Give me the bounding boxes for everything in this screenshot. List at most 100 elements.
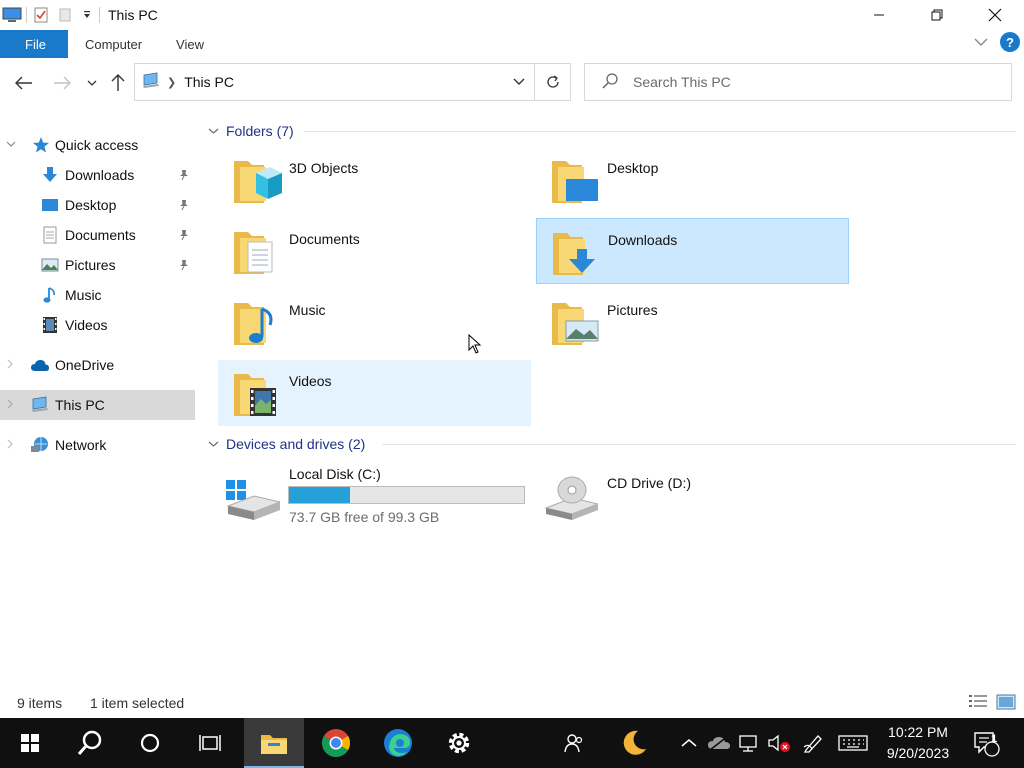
chrome-icon[interactable] xyxy=(306,718,366,768)
network-status-icon[interactable] xyxy=(736,718,762,768)
3d-objects-folder-icon xyxy=(230,153,282,207)
expand-chevron-icon[interactable] xyxy=(6,399,18,412)
mouse-cursor-icon xyxy=(468,333,482,357)
breadcrumb-separator-icon[interactable]: ❯ xyxy=(167,76,176,89)
breadcrumb-this-pc[interactable]: This PC xyxy=(184,74,234,90)
collapse-chevron-icon[interactable] xyxy=(6,140,18,151)
details-view-icon[interactable] xyxy=(968,694,988,713)
cortana-icon[interactable] xyxy=(120,718,180,768)
restore-button[interactable] xyxy=(908,0,966,30)
forward-button[interactable] xyxy=(51,70,73,96)
clock[interactable]: 10:22 PM 9/20/2023 xyxy=(872,722,964,764)
nav-label: Downloads xyxy=(65,167,135,183)
search-input[interactable] xyxy=(633,74,993,90)
desktop-folder-icon xyxy=(548,153,600,207)
back-button[interactable] xyxy=(13,70,35,96)
nav-onedrive[interactable]: OneDrive xyxy=(0,350,196,380)
file-explorer-taskbar-icon[interactable] xyxy=(244,718,304,768)
nav-item-desktop[interactable]: Desktop xyxy=(0,190,196,220)
pin-icon[interactable] xyxy=(178,198,190,212)
folder-tile-downloads[interactable]: Downloads xyxy=(536,218,849,284)
show-hidden-icons-chevron-icon[interactable] xyxy=(678,718,700,768)
search-box[interactable] xyxy=(584,63,1012,101)
cd-drive-icon xyxy=(542,472,600,520)
address-bar[interactable]: ❯ This PC xyxy=(134,63,571,101)
folder-tile-3d-objects[interactable]: 3D Objects xyxy=(218,147,531,213)
group-title: Devices and drives (2) xyxy=(226,436,366,452)
tab-computer[interactable]: Computer xyxy=(68,30,159,58)
nav-item-videos[interactable]: Videos xyxy=(0,310,196,340)
pin-icon[interactable] xyxy=(178,168,190,182)
drive-tile-local-disk-c[interactable]: Local Disk (C:) 73.7 GB free of 99.3 GB xyxy=(218,460,531,526)
nav-item-documents[interactable]: Documents xyxy=(0,220,196,250)
night-light-moon-icon[interactable] xyxy=(617,718,651,768)
pin-icon[interactable] xyxy=(178,258,190,272)
group-divider xyxy=(304,131,1016,132)
collapse-chevron-icon[interactable] xyxy=(208,440,220,448)
action-center-icon[interactable]: 1 xyxy=(968,718,1004,768)
folder-tile-videos[interactable]: Videos xyxy=(218,360,531,426)
quick-access-toolbar xyxy=(0,0,102,30)
volume-muted-icon[interactable] xyxy=(766,718,792,768)
edge-icon[interactable] xyxy=(368,718,428,768)
expand-chevron-icon[interactable] xyxy=(6,359,18,372)
onedrive-cloud-icon[interactable] xyxy=(704,718,734,768)
content-area: Folders (7) 3D Objects Desktop Documents… xyxy=(200,108,1024,688)
task-view-icon[interactable] xyxy=(180,718,240,768)
nav-item-music[interactable]: Music xyxy=(0,280,196,310)
documents-folder-icon xyxy=(230,224,282,278)
ribbon-right-controls: ? xyxy=(974,32,1020,52)
recent-locations-chevron-icon[interactable] xyxy=(82,70,102,96)
help-icon[interactable]: ? xyxy=(1000,32,1020,52)
address-history-chevron-icon[interactable] xyxy=(504,64,534,100)
expand-ribbon-chevron-icon[interactable] xyxy=(974,34,988,50)
hard-drive-windows-icon xyxy=(224,472,282,520)
touch-keyboard-icon[interactable] xyxy=(836,718,870,768)
nav-item-downloads[interactable]: Downloads xyxy=(0,160,196,190)
settings-gear-icon[interactable] xyxy=(429,718,489,768)
refresh-button[interactable] xyxy=(534,64,570,100)
devices-group-header[interactable]: Devices and drives (2) xyxy=(208,433,1016,455)
tab-view[interactable]: View xyxy=(159,30,221,58)
music-note-icon xyxy=(40,285,60,305)
item-count: 9 items xyxy=(17,695,63,711)
properties-button[interactable] xyxy=(29,0,53,30)
clock-date: 9/20/2023 xyxy=(886,745,950,761)
downloads-folder-icon xyxy=(549,225,601,279)
folder-name: Downloads xyxy=(608,232,678,248)
pin-icon[interactable] xyxy=(178,228,190,242)
up-button[interactable] xyxy=(107,70,129,96)
people-icon[interactable] xyxy=(560,718,588,768)
pen-workspace-icon[interactable] xyxy=(800,718,828,768)
network-icon xyxy=(30,435,50,455)
desktop-icon xyxy=(40,195,60,215)
ribbon-tabs: File Computer View ? xyxy=(0,30,1024,58)
expand-chevron-icon[interactable] xyxy=(6,439,18,452)
tab-file[interactable]: File xyxy=(0,30,68,58)
collapse-chevron-icon[interactable] xyxy=(208,127,220,135)
customize-toolbar-chevron-icon[interactable] xyxy=(77,0,97,30)
minimize-button[interactable] xyxy=(850,0,908,30)
nav-item-pictures[interactable]: Pictures xyxy=(0,250,196,280)
pictures-folder-icon xyxy=(548,295,600,349)
new-folder-button[interactable] xyxy=(53,0,77,30)
large-icons-view-icon[interactable] xyxy=(996,694,1016,713)
videos-folder-icon xyxy=(230,366,282,420)
search-taskbar-icon[interactable] xyxy=(60,718,120,768)
folder-tile-documents[interactable]: Documents xyxy=(218,218,531,284)
folder-tile-pictures[interactable]: Pictures xyxy=(536,289,849,355)
folder-tile-desktop[interactable]: Desktop xyxy=(536,147,849,213)
nav-this-pc[interactable]: This PC xyxy=(0,390,195,420)
folder-tile-music[interactable]: Music xyxy=(218,289,531,355)
taskbar: 10:22 PM 9/20/2023 1 xyxy=(0,718,1024,768)
drive-name: Local Disk (C:) xyxy=(289,466,381,482)
nav-quick-access[interactable]: Quick access xyxy=(0,130,196,160)
nav-label: This PC xyxy=(55,397,105,413)
notification-count: 1 xyxy=(990,733,998,745)
start-button[interactable] xyxy=(0,718,60,768)
nav-network[interactable]: Network xyxy=(0,430,196,460)
folders-group-header[interactable]: Folders (7) xyxy=(208,120,1016,142)
close-button[interactable] xyxy=(966,0,1024,30)
drive-tile-cd-drive-d[interactable]: CD Drive (D:) xyxy=(536,460,849,526)
drive-usage-fill xyxy=(289,487,350,503)
